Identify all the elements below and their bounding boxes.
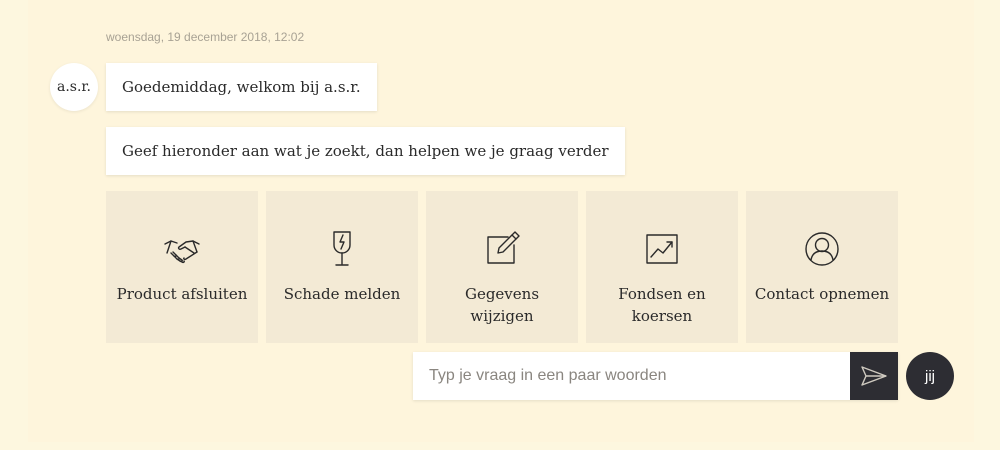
- option-label: Product afsluiten: [116, 285, 248, 303]
- bot-message: Geef hieronder aan wat je zoekt, dan hel…: [106, 127, 625, 175]
- option-gegevens-wijzigen[interactable]: Gegevens wijzigen: [426, 191, 578, 343]
- option-contact-opnemen[interactable]: Contact opnemen: [746, 191, 898, 343]
- bot-avatar: a.s.r.: [50, 63, 98, 111]
- option-fondsen-en-koersen[interactable]: Fondsen en koersen: [586, 191, 738, 343]
- user-avatar: jij: [906, 352, 954, 400]
- chart-icon: [642, 229, 682, 269]
- option-schade-melden[interactable]: Schade melden: [266, 191, 418, 343]
- chat-input[interactable]: [413, 352, 850, 400]
- handshake-icon: [162, 229, 202, 269]
- edit-icon: [482, 229, 522, 269]
- person-icon: [802, 229, 842, 269]
- option-label: Contact opnemen: [754, 285, 890, 303]
- bot-message: Goedemiddag, welkom bij a.s.r.: [106, 63, 377, 111]
- option-label: Gegevens wijzigen: [464, 285, 540, 325]
- option-label: Schade melden: [283, 285, 401, 303]
- broken-glass-icon: [322, 229, 362, 269]
- option-label: Fondsen en koersen: [618, 285, 706, 325]
- quick-options: Product afsluiten Schade melden Gegevens…: [106, 191, 898, 343]
- option-product-afsluiten[interactable]: Product afsluiten: [106, 191, 258, 343]
- send-button[interactable]: [850, 352, 898, 400]
- chat-input-bar: [413, 352, 898, 400]
- send-icon: [861, 366, 887, 386]
- message-timestamp: woensdag, 19 december 2018, 12:02: [106, 30, 305, 44]
